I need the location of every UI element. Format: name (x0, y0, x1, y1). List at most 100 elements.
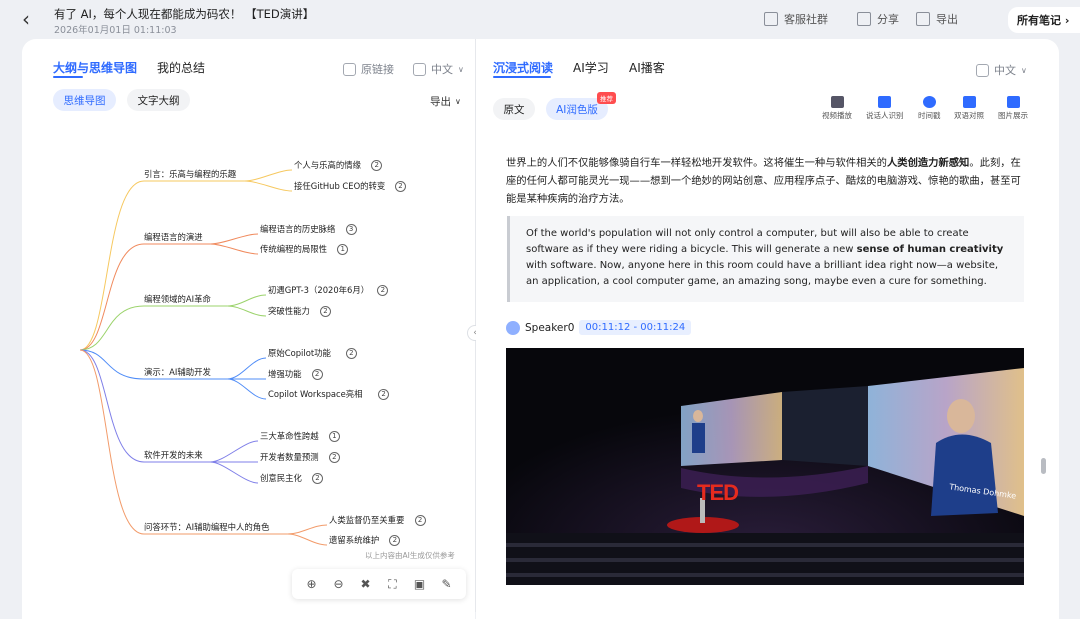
speaker-name: Speaker0 (525, 321, 575, 334)
back-arrow-icon[interactable]: ‹ (22, 9, 30, 29)
video-frame[interactable]: TED Thomas Dohmke (506, 348, 1024, 585)
mindmap-child-line (227, 378, 267, 400)
ted-logo: TED (697, 480, 739, 505)
scrollbar-thumb[interactable] (1041, 458, 1046, 474)
tool-video-play[interactable]: 视频播放 (822, 96, 852, 121)
chinese-paragraph: 世界上的人们不仅能够像骑自行车一样轻松地开发软件。这将催生一种与软件相关的人类创… (506, 157, 1021, 205)
grid-icon (764, 12, 778, 26)
mindmap-branch-line (79, 180, 145, 351)
tab-immersive-reading[interactable]: 沉浸式阅读 (493, 59, 553, 76)
mindmap-branch-line (79, 243, 145, 351)
mindmap-child-node[interactable]: 增强功能 (268, 369, 302, 379)
clock-icon (922, 96, 936, 108)
image-icon (1006, 96, 1020, 108)
mindmap-branch-node[interactable]: 软件开发的未来 (144, 450, 203, 460)
mindmap-child-node[interactable]: 原始Copilot功能 (268, 348, 331, 358)
mindmap-branch-node[interactable]: 引言：乐高与编程的乐趣 (144, 169, 236, 179)
translate-badge-icon (962, 96, 976, 108)
mindmap-branch-node[interactable]: 编程领域的AI革命 (144, 294, 211, 304)
mindmap-child-line (210, 461, 259, 484)
tool-timestamp[interactable]: 时间戳 (918, 96, 941, 121)
zoom-out-icon[interactable]: ⊖ (330, 577, 348, 591)
page-date: 2026年01月01日 01:11:03 (54, 25, 177, 36)
speaker-avatar-icon (506, 320, 520, 335)
mindmap-count-badge: 2 (311, 369, 323, 380)
chevron-down-icon: ∨ (455, 97, 461, 106)
ai-disclaimer: 以上内容由AI生成仅供参考 (365, 551, 455, 560)
tab-ai-podcast[interactable]: AI播客 (629, 59, 665, 76)
share-icon (857, 12, 871, 26)
mindmap-child-node[interactable]: 个人与乐高的情缘 (294, 160, 361, 170)
people-icon (878, 96, 892, 108)
mindmap-connectors (79, 169, 328, 546)
mindmap-count-badge: 2 (312, 473, 323, 484)
mindmap-branch-node[interactable]: 编程语言的演进 (144, 232, 203, 242)
mindmap-count-badge: 2 (414, 515, 426, 526)
mindmap-branch-node[interactable]: 演示：AI辅助开发 (144, 367, 211, 377)
mindmap-child-node[interactable]: 三大革命性跨越 (260, 431, 319, 441)
recommend-badge: 推荐 (597, 92, 616, 104)
mindmap-toolbar: ⊕ ⊖ ✖ ⛶ ▣ ✎ (292, 569, 466, 599)
customer-service-button[interactable]: 客服社群 (764, 11, 828, 27)
mindmap-child-node[interactable]: 人类监督仍至关重要 (329, 515, 404, 525)
mindmap-child-node[interactable]: 突破性能力 (268, 306, 310, 316)
mindmap-count-badge: 2 (345, 348, 357, 359)
mindmap-child-line (287, 524, 328, 535)
all-notes-button[interactable]: 所有笔记 › (1008, 7, 1080, 33)
mindmap-child-node[interactable]: 传统编程的局限性 (260, 244, 327, 254)
tool-speaker-id[interactable]: 说话人识别 (866, 96, 904, 121)
mindmap-export-dropdown[interactable]: 导出 ∨ (430, 94, 461, 109)
mindmap-child-line (210, 440, 259, 463)
stage-scene (506, 348, 1024, 585)
mindmap: 引言：乐高与编程的乐趣 个人与乐高的情缘 2 接任GitHub CEO的转变 2 编程语言… (22, 120, 475, 570)
mindmap-branch-line (79, 349, 145, 463)
translate-icon (976, 63, 989, 77)
mindmap-child-node[interactable]: 创意民主化 (260, 473, 302, 483)
page-title: 有了 AI，每个人现在都能成为码农！ 【TED演讲】 (54, 7, 315, 21)
top-bar: ‹ 有了 AI，每个人现在都能成为码农！ 【TED演讲】 2026年01月01日… (0, 0, 1080, 40)
mindmap-child-line (244, 169, 293, 182)
tool-image-display[interactable]: 图片展示 (998, 96, 1028, 121)
tab-ai-learning[interactable]: AI学习 (573, 59, 609, 76)
mindmap-count-badge: 1 (328, 431, 340, 442)
edit-icon[interactable]: ✎ (438, 577, 456, 591)
english-original-block: Of the world's population will not only … (507, 216, 1024, 302)
speaker-time-range[interactable]: 00:11:12 - 00:11:24 (579, 320, 692, 335)
mode-mindmap[interactable]: 思维导图 (53, 89, 116, 111)
tab-underline (53, 76, 83, 78)
translate-icon (413, 62, 426, 76)
zoom-in-icon[interactable]: ⊕ (303, 577, 321, 591)
mindmap-child-node[interactable]: 接任GitHub CEO的转变 (294, 181, 385, 191)
upload-icon (916, 12, 930, 26)
mindmap-branch-line (79, 349, 145, 535)
export-button[interactable]: 导出 (916, 11, 958, 27)
link-icon (343, 62, 356, 76)
mode-text-outline[interactable]: 文字大纲 (127, 89, 190, 111)
collapse-all-icon[interactable]: ✖ (357, 577, 375, 591)
mindmap-count-badge: 2 (395, 181, 406, 192)
mindmap-child-node[interactable]: 遗留系统维护 (329, 535, 379, 545)
mindmap-child-line (210, 243, 259, 255)
tool-bilingual[interactable]: 双语对照 (954, 96, 984, 121)
mindmap-child-node[interactable]: Copilot Workspace亮相 (268, 389, 363, 399)
mindmap-child-line (210, 233, 259, 245)
mindmap-count-badge: 3 (345, 224, 357, 235)
mindmap-child-line (244, 180, 293, 192)
tab-outline-mindmap[interactable]: 大纲与思维导图 (53, 59, 137, 76)
language-select-left[interactable]: 中文 ∨ (413, 61, 464, 77)
tab-my-summary[interactable]: 我的总结 (157, 59, 205, 76)
source-link[interactable]: 原链接 (343, 61, 394, 77)
mindmap-child-node[interactable]: 初遇GPT-3（2020年6月） (268, 285, 369, 295)
mindmap-count-badge: 2 (328, 452, 340, 463)
mindmap-child-line (227, 305, 267, 317)
mindmap-child-line (227, 294, 267, 307)
mindmap-child-node[interactable]: 开发者数量预测 (260, 452, 319, 462)
mindmap-branch-node[interactable]: 问答环节：AI辅助编程中人的角色 (144, 522, 269, 532)
language-select-right[interactable]: 中文 ∨ (976, 62, 1027, 78)
share-button[interactable]: 分享 (857, 11, 899, 27)
mindmap-child-node[interactable]: 编程语言的历史脉络 (260, 224, 335, 234)
mindmap-child-line (227, 357, 267, 380)
fullscreen-icon[interactable]: ⛶ (384, 577, 402, 592)
sidebar-toggle-icon[interactable]: ▣ (411, 577, 429, 591)
version-original[interactable]: 原文 (493, 98, 535, 120)
